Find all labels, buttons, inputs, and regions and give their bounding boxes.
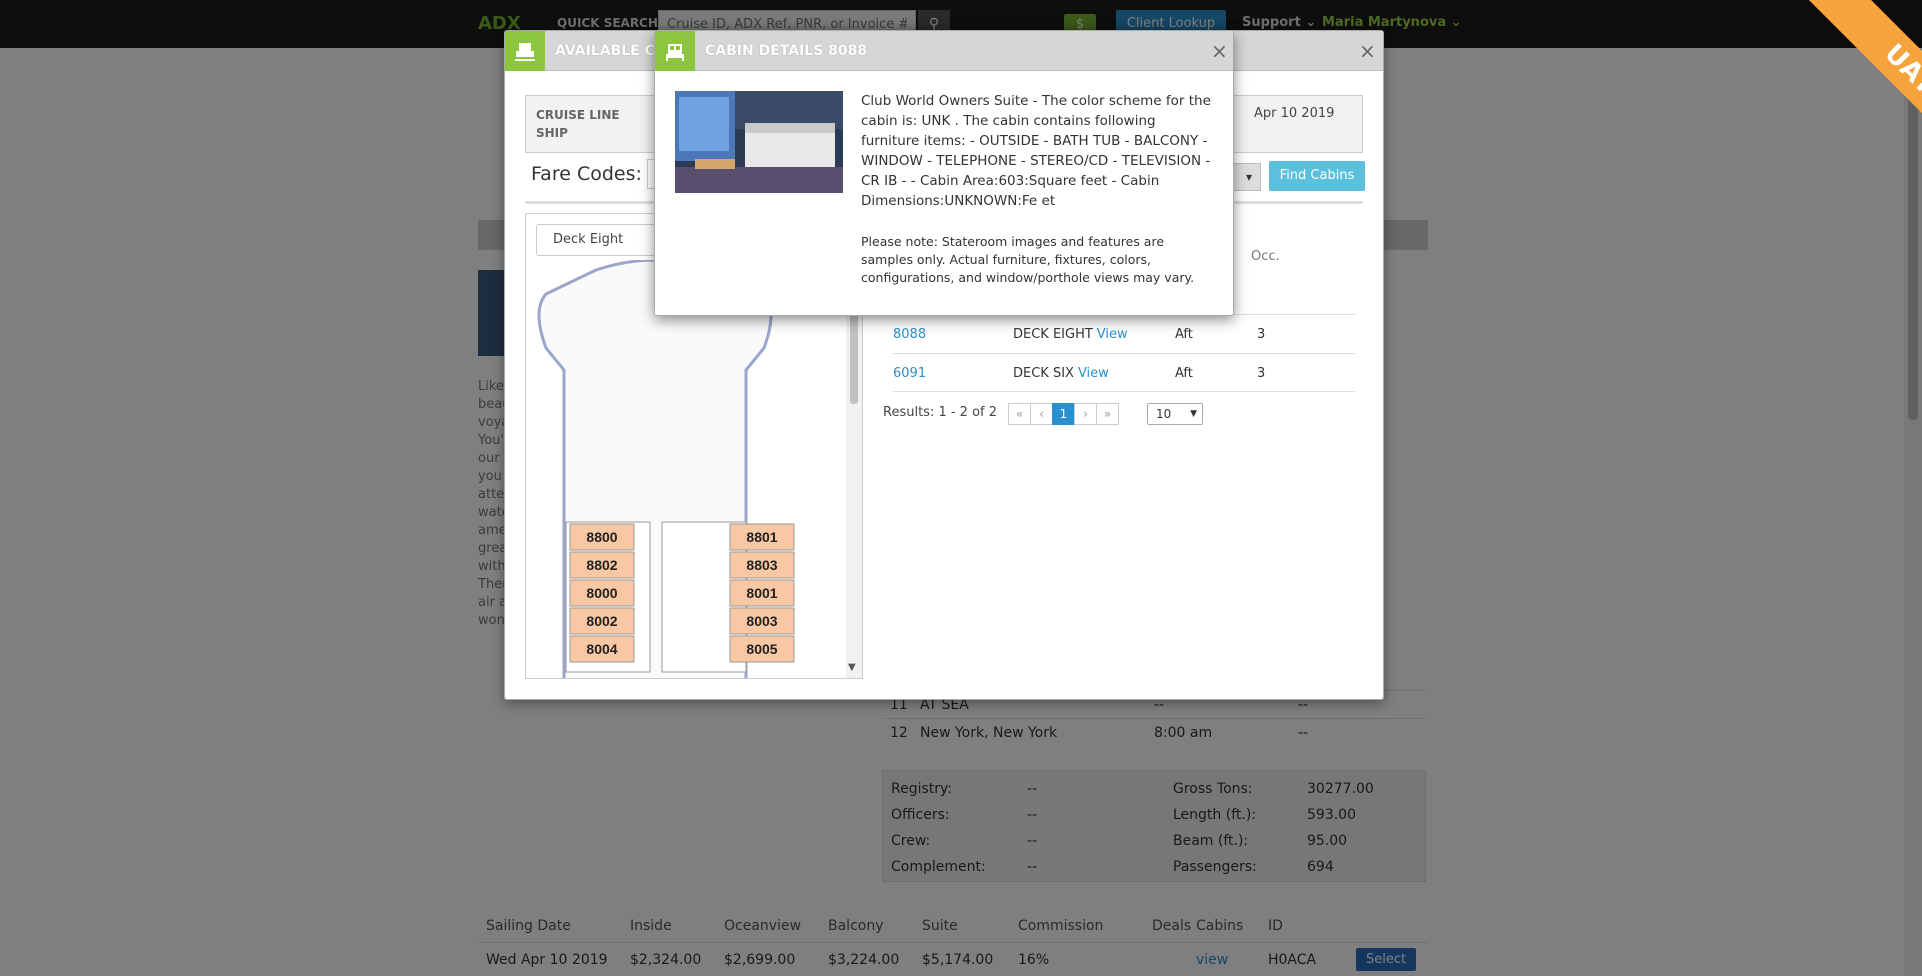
deck-cabin-label: 8802 xyxy=(586,557,617,573)
ship-icon xyxy=(505,31,545,71)
deck-cabin-label: 8800 xyxy=(586,529,617,545)
last-page-button[interactable]: » xyxy=(1096,403,1119,425)
deck-cabin-label: 8000 xyxy=(586,585,617,601)
deck-cabins-right: 8801 8803 8001 8003 8005 xyxy=(729,523,795,663)
fare-codes-label: Fare Codes: xyxy=(531,163,642,185)
page-size-value: 10 xyxy=(1156,407,1172,421)
results-count: Results: 1 - 2 of 2 xyxy=(883,405,998,420)
pagination: « ‹ 1 › » xyxy=(1008,403,1119,425)
deck-cabin-label: 8001 xyxy=(746,585,777,601)
dialog-title: CABIN DETAILS 8088 xyxy=(705,43,868,59)
cabin-number-link[interactable]: 8088 xyxy=(893,327,926,342)
cabin-position: Aft xyxy=(1175,327,1193,342)
cabin-position: Aft xyxy=(1175,366,1193,381)
table-row: 8088 DECK EIGHT View Aft 3 xyxy=(893,314,1355,353)
deck-cabin-label: 8803 xyxy=(746,557,777,573)
cabin-occupancy: 3 xyxy=(1257,327,1266,342)
cabin-deck-label: DECK SIX xyxy=(1013,366,1074,381)
deck-cabin-label: 8004 xyxy=(586,641,617,657)
page-size-select[interactable]: 10 ▼ xyxy=(1147,403,1203,425)
deck-cabin-label: 8801 xyxy=(746,529,777,545)
deck-cabins-left: 8800 8802 8000 8002 8004 xyxy=(569,523,635,663)
cabin-details-dialog: CABIN DETAILS 8088 × Club World Owners S… xyxy=(654,30,1234,316)
close-icon[interactable]: × xyxy=(1211,39,1228,63)
cabin-occupancy: 3 xyxy=(1257,366,1266,381)
next-page-button[interactable]: › xyxy=(1074,403,1097,425)
caret-down-icon: ▼ xyxy=(1190,409,1197,419)
first-page-button[interactable]: « xyxy=(1008,403,1031,425)
deck-cabin-label: 8003 xyxy=(746,613,777,629)
dialog-header: CABIN DETAILS 8088 × xyxy=(655,31,1233,71)
cabin-description: Club World Owners Suite - The color sche… xyxy=(861,93,1211,209)
deck-plan-map: 8800 8802 8000 8002 8004 8801 8803 8001 8003 800… xyxy=(537,260,795,678)
view-deck-link[interactable]: View xyxy=(1097,327,1128,342)
cabin-disclaimer: Please note: Stateroom images and featur… xyxy=(861,234,1195,285)
scroll-down-icon[interactable]: ▼ xyxy=(848,662,856,673)
ship-label: SHIP xyxy=(536,126,568,140)
find-cabins-button[interactable]: Find Cabins xyxy=(1269,161,1365,191)
table-row: 6091 DECK SIX View Aft 3 xyxy=(893,353,1355,392)
dialog-title: AVAILABLE CA xyxy=(555,43,666,59)
occ-column-header: Occ. xyxy=(1251,249,1280,264)
cabin-photo xyxy=(675,91,843,193)
close-icon[interactable]: × xyxy=(1359,39,1376,63)
deck-cabin-label: 8002 xyxy=(586,613,617,629)
sail-date: Apr 10 2019 xyxy=(1254,106,1335,121)
cabin-number-link[interactable]: 6091 xyxy=(893,366,926,381)
cabin-deck: DECK EIGHT View xyxy=(1013,327,1128,342)
cabins-table: 8088 DECK EIGHT View Aft 3 6091 DECK SIX V… xyxy=(893,314,1355,392)
cruise-info-labels: CRUISE LINE SHIP xyxy=(536,106,620,142)
cruise-line-label: CRUISE LINE xyxy=(536,108,620,122)
deck-cabin-label: 8005 xyxy=(746,641,777,657)
cabin-deck-label: DECK EIGHT xyxy=(1013,327,1093,342)
view-deck-link[interactable]: View xyxy=(1078,366,1109,381)
bed-icon xyxy=(655,31,695,71)
current-page-button[interactable]: 1 xyxy=(1052,403,1075,425)
prev-page-button[interactable]: ‹ xyxy=(1030,403,1053,425)
cabin-deck: DECK SIX View xyxy=(1013,366,1109,381)
